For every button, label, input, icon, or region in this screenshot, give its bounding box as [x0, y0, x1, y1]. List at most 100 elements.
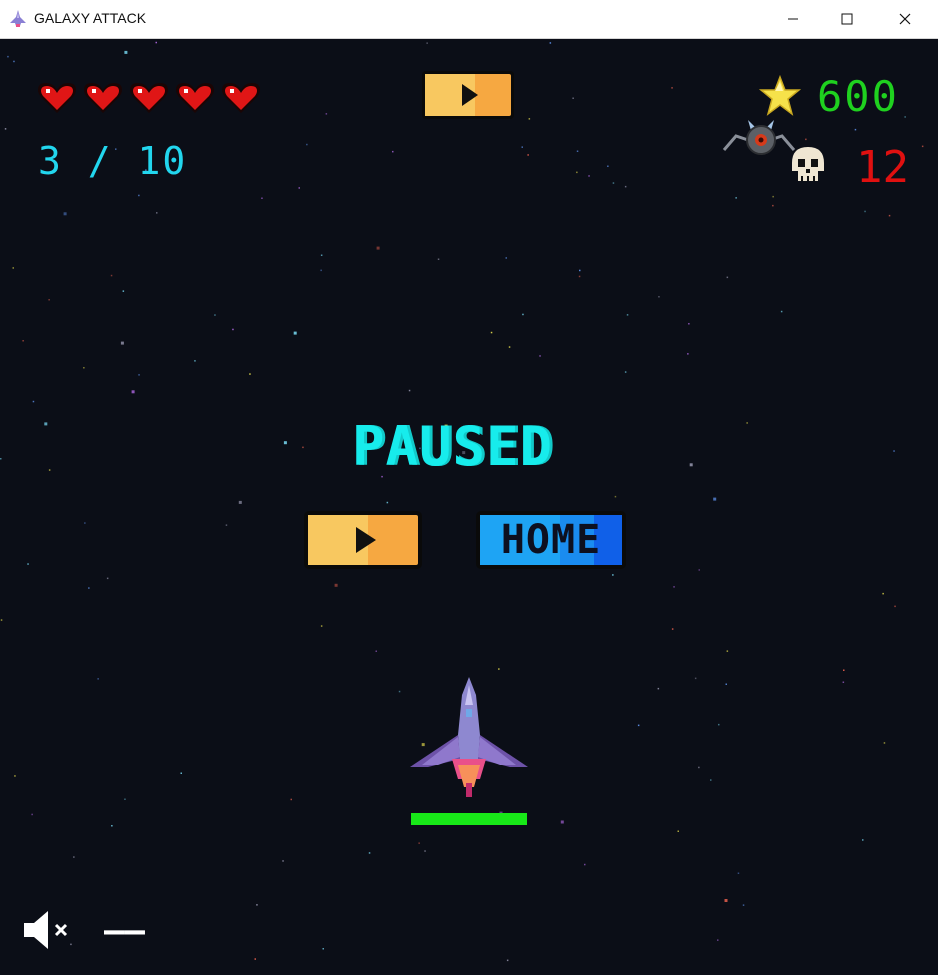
- star: [671, 628, 674, 630]
- star: [120, 341, 124, 345]
- star: [0, 458, 2, 460]
- star: [746, 422, 748, 424]
- star: [88, 587, 90, 589]
- star: [225, 524, 228, 526]
- star: [306, 143, 308, 146]
- star: [805, 138, 807, 141]
- heart-icon: [84, 83, 122, 113]
- star: [408, 389, 411, 392]
- speaker-muted-icon[interactable]: [22, 909, 70, 951]
- star: [12, 267, 14, 269]
- star: [156, 212, 158, 214]
- star: [283, 441, 287, 445]
- star: [368, 852, 371, 854]
- star: [290, 798, 292, 801]
- star: [637, 724, 640, 727]
- star: [737, 872, 740, 874]
- star: [780, 310, 783, 313]
- star: [772, 204, 774, 207]
- star: [424, 850, 426, 852]
- close-icon: [899, 13, 911, 25]
- star: [70, 943, 72, 946]
- game-canvas[interactable]: 3 / 10 600 12 PAUSED HOME ––: [0, 39, 938, 975]
- star: [426, 42, 428, 44]
- star: [14, 775, 16, 777]
- paused-title: PAUSED: [352, 415, 554, 478]
- star: [0, 619, 3, 621]
- star: [334, 583, 338, 587]
- star: [155, 41, 157, 44]
- star: [375, 650, 377, 652]
- home-label: HOME: [500, 517, 602, 563]
- title-bar: GALAXY ATTACK: [0, 0, 938, 39]
- star: [325, 113, 328, 115]
- star: [180, 772, 182, 774]
- star: [888, 214, 891, 217]
- star: [579, 269, 581, 272]
- star: [48, 469, 51, 471]
- star: [32, 400, 35, 403]
- heart-icon: [222, 83, 260, 113]
- star: [398, 690, 401, 693]
- star: [528, 118, 531, 120]
- star: [864, 210, 866, 213]
- star: [689, 463, 693, 467]
- star: [843, 669, 845, 671]
- player-health-fill: [411, 813, 527, 825]
- game-window: GALAXY ATTACK 3 / 10 600 12 PAUSED HOME …: [0, 0, 938, 975]
- star: [725, 683, 727, 685]
- volume-text: ––: [104, 911, 145, 951]
- star: [612, 574, 614, 576]
- star: [673, 586, 675, 588]
- star: [921, 145, 924, 148]
- resume-button[interactable]: [302, 509, 424, 571]
- star: [97, 678, 99, 680]
- star: [612, 182, 615, 184]
- star: [607, 165, 609, 167]
- heart-icon: [130, 83, 168, 113]
- star: [576, 171, 578, 174]
- heart-icon: [176, 83, 214, 113]
- star: [73, 856, 75, 858]
- star: [710, 779, 712, 781]
- star: [854, 128, 857, 131]
- star: [110, 274, 113, 277]
- star: [882, 592, 884, 595]
- star: [842, 681, 845, 683]
- spaceship-app-icon: [10, 10, 26, 27]
- star: [124, 50, 128, 54]
- star: [560, 820, 564, 824]
- star: [694, 677, 697, 680]
- top-play-button[interactable]: [420, 69, 516, 121]
- maximize-button[interactable]: [824, 0, 870, 38]
- star: [498, 668, 500, 670]
- star: [894, 605, 896, 608]
- close-button[interactable]: [882, 0, 928, 38]
- minimize-button[interactable]: [770, 0, 816, 38]
- star: [539, 355, 541, 357]
- star: [527, 154, 529, 156]
- star: [124, 798, 126, 800]
- star: [22, 340, 24, 342]
- star: [63, 212, 67, 216]
- star: [27, 563, 29, 565]
- star: [726, 276, 729, 279]
- star: [302, 446, 304, 449]
- star: [376, 246, 380, 250]
- maximize-icon: [841, 13, 853, 25]
- star: [671, 87, 673, 89]
- star: [576, 150, 579, 152]
- star: [572, 97, 574, 99]
- home-button[interactable]: HOME: [474, 509, 628, 571]
- heart-icon: [38, 83, 76, 113]
- star: [521, 146, 523, 148]
- star: [320, 254, 323, 256]
- star: [256, 904, 258, 906]
- star: [578, 275, 581, 278]
- star: [122, 290, 125, 292]
- star: [322, 948, 324, 950]
- score-value: 600: [817, 72, 899, 121]
- star: [904, 116, 906, 118]
- star: [677, 830, 679, 832]
- star: [84, 522, 86, 524]
